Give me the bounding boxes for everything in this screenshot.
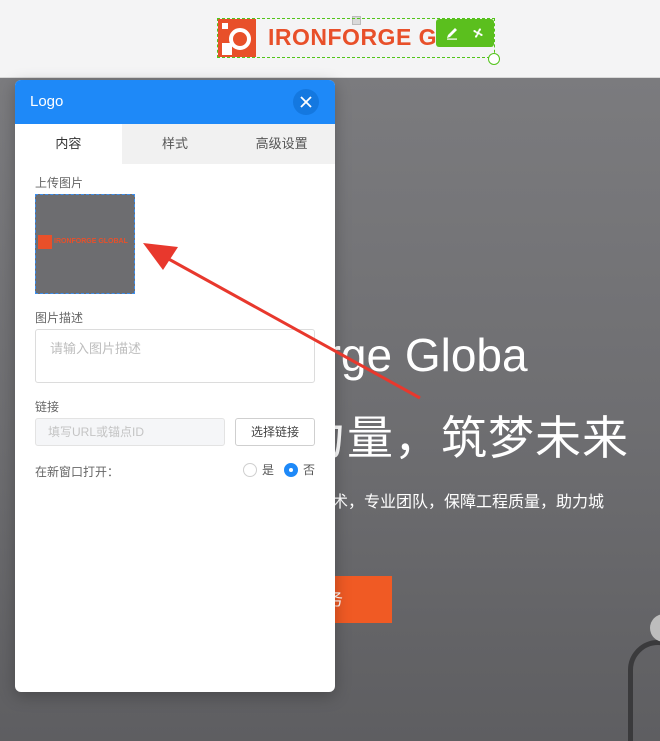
radio-no-label: 否 <box>303 463 316 477</box>
tab-advanced[interactable]: 高级设置 <box>228 124 335 164</box>
thumbnail-logo-icon <box>38 235 52 249</box>
close-icon[interactable] <box>293 89 319 115</box>
new-window-radio-group: 是 否 <box>243 461 325 478</box>
logo-settings-panel: Logo 内容 样式 高级设置 上传图片 IRONFORGE GLOBAL 图片… <box>15 80 335 692</box>
lamp-image <box>628 640 660 741</box>
thumbnail-text: IRONFORGE GLOBAL <box>54 238 128 245</box>
description-textarea[interactable]: 请输入图片描述 <box>35 329 315 383</box>
radio-circle-selected[interactable] <box>284 462 299 477</box>
tab-content[interactable]: 内容 <box>15 124 122 164</box>
tab-style[interactable]: 样式 <box>122 124 229 164</box>
panel-header: Logo <box>15 80 335 124</box>
logo-text: IRONFORGE GL <box>268 24 438 50</box>
select-link-button[interactable]: 选择链接 <box>235 418 315 446</box>
link-label: 链接 <box>35 400 60 414</box>
upload-label: 上传图片 <box>35 176 84 190</box>
radio-yes-label: 是 <box>262 463 275 477</box>
description-label: 图片描述 <box>35 311 84 325</box>
panel-tabs: 内容 样式 高级设置 <box>15 124 335 164</box>
radio-circle[interactable] <box>243 462 257 477</box>
link-input[interactable]: 填写URL或锚点ID <box>35 418 225 446</box>
hero-title-line2: 力量，筑梦未来 <box>300 412 629 464</box>
logo-mark-icon <box>218 19 256 57</box>
hero-description: 进技术，专业团队，保障工程质量，助力城 <box>300 494 605 511</box>
logo-toolbar <box>436 19 494 47</box>
radio-no[interactable]: 否 <box>284 461 315 478</box>
pencil-icon[interactable] <box>442 23 462 43</box>
image-upload[interactable]: IRONFORGE GLOBAL <box>35 194 135 294</box>
panel-title: Logo <box>30 93 64 110</box>
new-window-label: 在新窗口打开： <box>35 465 120 479</box>
fan-icon[interactable] <box>468 23 488 43</box>
radio-yes[interactable]: 是 <box>243 461 274 478</box>
resize-handle[interactable] <box>488 53 500 65</box>
selected-logo[interactable]: IRONFORGE GL <box>217 18 495 58</box>
